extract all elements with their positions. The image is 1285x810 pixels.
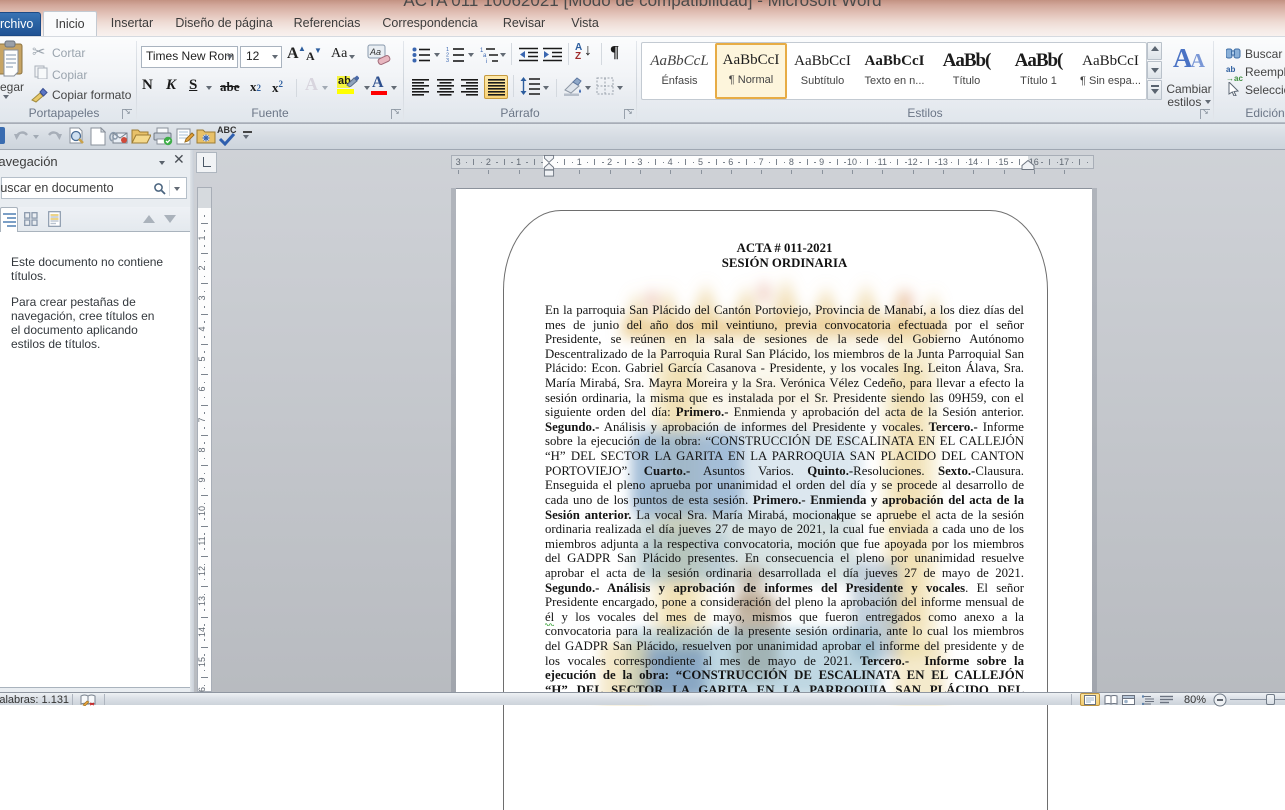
svg-text:Aa: Aa xyxy=(369,47,381,57)
svg-text:3: 3 xyxy=(446,58,449,63)
svg-text:i: i xyxy=(486,59,487,63)
